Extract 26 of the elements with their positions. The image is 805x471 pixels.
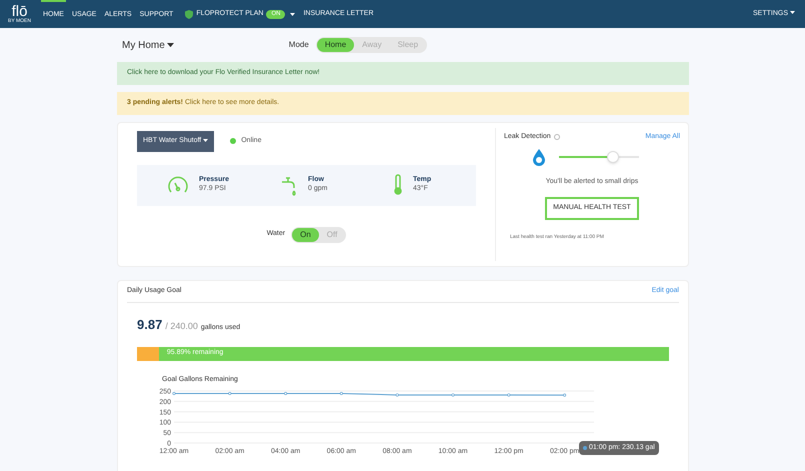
toggle-option[interactable]: Home bbox=[316, 38, 354, 52]
data-point bbox=[284, 392, 288, 395]
caret-icon bbox=[290, 12, 296, 16]
data-point bbox=[563, 394, 566, 397]
slider-thumb[interactable] bbox=[606, 151, 619, 163]
data-point bbox=[452, 393, 454, 396]
data-point bbox=[172, 392, 176, 395]
data-point bbox=[507, 393, 510, 396]
thermometer-icon bbox=[393, 174, 403, 196]
usage-amount: 9.87 bbox=[137, 316, 162, 334]
sensitivity-slider[interactable] bbox=[559, 151, 639, 163]
goal-amount: / 240.00 bbox=[165, 320, 198, 333]
caret-icon bbox=[166, 42, 174, 47]
water-drop-icon bbox=[533, 148, 545, 166]
caret-icon bbox=[790, 11, 795, 14]
logo[interactable]: flō bbox=[12, 4, 28, 19]
toggle-option[interactable]: On bbox=[292, 228, 319, 242]
gauge-icon bbox=[167, 175, 189, 195]
location-dropdown[interactable]: My Home bbox=[122, 38, 174, 52]
help-icon[interactable] bbox=[554, 134, 560, 140]
shield-icon bbox=[185, 10, 194, 18]
data-point bbox=[396, 393, 399, 396]
caret-icon bbox=[203, 138, 208, 142]
data-point bbox=[228, 392, 232, 395]
mode-label: Mode bbox=[288, 39, 309, 51]
data-point bbox=[340, 392, 343, 395]
